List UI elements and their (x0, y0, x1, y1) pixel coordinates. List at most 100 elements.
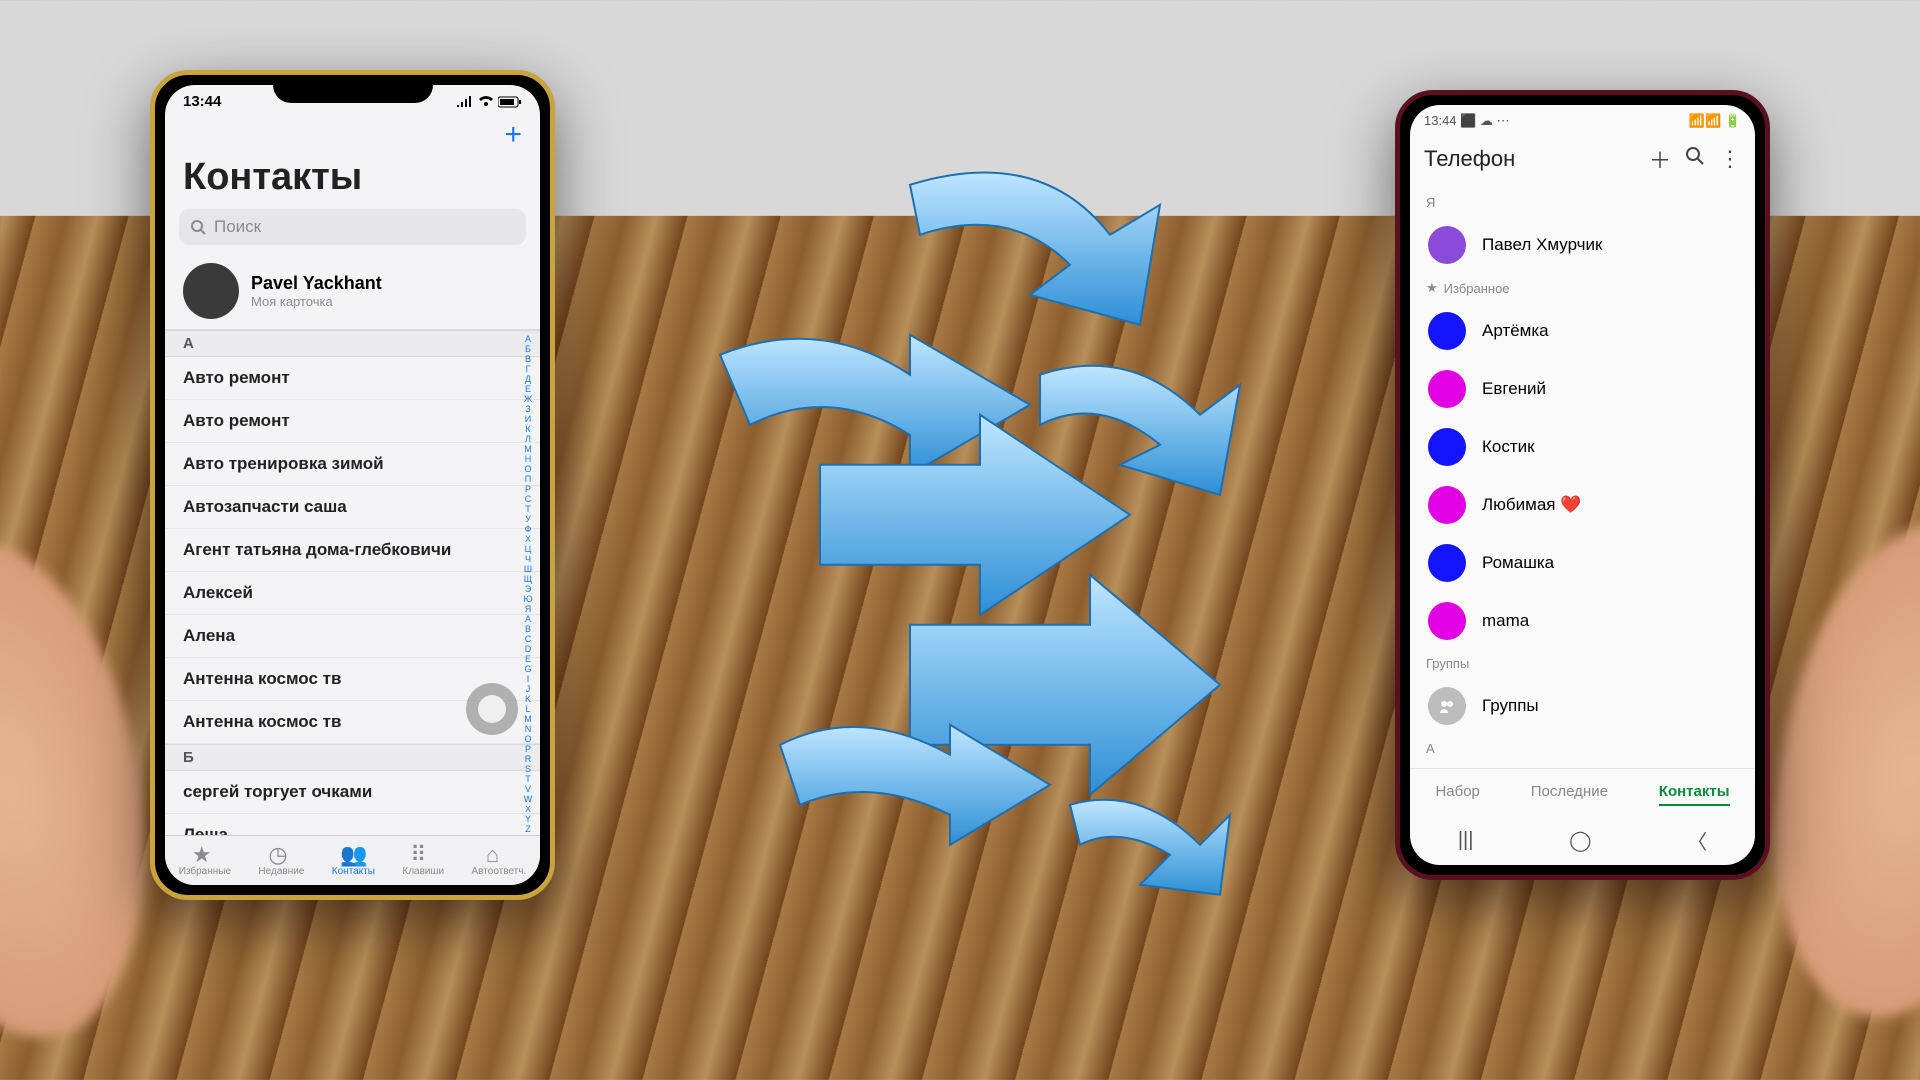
index-letter[interactable]: O (520, 734, 536, 744)
index-letter[interactable]: Д (520, 374, 536, 384)
assistive-touch-button[interactable] (466, 683, 518, 735)
signal-icon (456, 96, 474, 108)
index-letter[interactable]: Б (520, 344, 536, 354)
favorite-contact-row[interactable]: Любимая ❤️ (1410, 476, 1755, 534)
alpha-index[interactable]: АБВГДЕЖЗИКЛМНОПРСТУФХЦЧШЩЭЮЯABCDEGIJKLMN… (520, 334, 536, 831)
contact-row[interactable]: Авто тренировка зимой (165, 443, 540, 486)
index-letter[interactable]: Ю (520, 594, 536, 604)
index-letter[interactable]: Т (520, 504, 536, 514)
phone-tab[interactable]: Контакты (1659, 783, 1730, 806)
contact-row[interactable]: Авто ремонт (165, 357, 540, 400)
index-letter[interactable]: А (520, 334, 536, 344)
tab-clock[interactable]: ◷Недавние (258, 842, 304, 877)
index-letter[interactable]: P (520, 744, 536, 754)
contact-row[interactable]: Авто ремонт (165, 400, 540, 443)
phone-tab[interactable]: Набор (1435, 783, 1479, 806)
index-letter[interactable]: E (520, 654, 536, 664)
index-letter[interactable]: З (520, 404, 536, 414)
contact-name: Артёмка (1482, 321, 1549, 341)
index-letter[interactable]: Ш (520, 564, 536, 574)
index-letter[interactable]: T (520, 774, 536, 784)
contact-row[interactable]: Автозапчасти саша (165, 486, 540, 529)
index-letter[interactable]: K (520, 694, 536, 704)
phone-app-tabs: Набор Последние Контакты (1410, 768, 1755, 814)
index-letter[interactable]: И (520, 414, 536, 424)
contact-row[interactable]: сергей торгует очками (165, 771, 540, 814)
favorite-contact-row[interactable]: Костик (1410, 418, 1755, 476)
index-letter[interactable]: B (520, 624, 536, 634)
index-letter[interactable]: У (520, 514, 536, 524)
index-letter[interactable]: M (520, 714, 536, 724)
index-letter[interactable]: В (520, 354, 536, 364)
index-letter[interactable]: Ж (520, 394, 536, 404)
star-icon: ★ (1426, 280, 1438, 296)
index-letter[interactable]: Х (520, 534, 536, 544)
search-button[interactable] (1685, 146, 1705, 172)
index-letter[interactable]: Я (520, 604, 536, 614)
favorite-contact-row[interactable]: Ромашка (1410, 534, 1755, 592)
index-letter[interactable]: # (520, 834, 536, 835)
bottom-tab-bar: ★Избранные ◷Недавние 👥Контакты ⠿Клавиши ⌂Авт… (165, 835, 540, 885)
index-letter[interactable]: V (520, 784, 536, 794)
contact-row[interactable]: Агент татьяна дома-глебковичи (165, 529, 540, 572)
index-letter[interactable]: C (520, 634, 536, 644)
index-letter[interactable]: М (520, 444, 536, 454)
index-letter[interactable]: Ф (520, 524, 536, 534)
index-letter[interactable]: W (520, 794, 536, 804)
groups-section-header: Группы (1410, 650, 1755, 677)
index-letter[interactable]: П (520, 474, 536, 484)
index-letter[interactable]: Н (520, 454, 536, 464)
contact-row[interactable]: Алексей (165, 572, 540, 615)
my-profile-row[interactable]: Павел Хмурчик (1410, 216, 1755, 274)
index-letter[interactable]: X (520, 804, 536, 814)
index-letter[interactable]: Y (520, 814, 536, 824)
index-letter[interactable]: Ц (520, 544, 536, 554)
contacts-list[interactable]: АБВГДЕЖЗИКЛМНОПРСТУФХЦЧШЩЭЮЯABCDEGIJKLMN… (165, 330, 540, 835)
contact-row[interactable]: Алена (165, 615, 540, 658)
index-letter[interactable]: Е (520, 384, 536, 394)
favorite-contact-row[interactable]: Артёмка (1410, 302, 1755, 360)
my-card-row[interactable]: Pavel Yackhant Моя карточка (165, 257, 540, 330)
contact-name: Ромашка (1482, 553, 1554, 573)
contact-row[interactable]: Леша (165, 814, 540, 835)
index-letter[interactable]: Ч (520, 554, 536, 564)
index-letter[interactable]: О (520, 464, 536, 474)
search-icon (191, 220, 206, 235)
recents-nav-button[interactable]: ||| (1458, 829, 1474, 852)
index-letter[interactable]: D (520, 644, 536, 654)
home-nav-button[interactable]: ◯ (1569, 828, 1591, 853)
add-button[interactable]: ＋ (1649, 143, 1671, 175)
index-letter[interactable]: G (520, 664, 536, 674)
index-letter[interactable]: Z (520, 824, 536, 834)
back-nav-button[interactable]: 〈 (1687, 826, 1707, 855)
search-input[interactable]: Поиск (179, 209, 526, 245)
more-button[interactable]: ⋮ (1719, 146, 1741, 172)
favorite-contact-row[interactable]: Евгений (1410, 360, 1755, 418)
groups-row[interactable]: Группы (1410, 677, 1755, 735)
favorite-contact-row[interactable]: mama (1410, 592, 1755, 650)
index-letter[interactable]: Э (520, 584, 536, 594)
index-letter[interactable]: J (520, 684, 536, 694)
tab-person[interactable]: 👥Контакты (332, 842, 375, 877)
battery-icon (498, 96, 522, 108)
tab-star[interactable]: ★Избранные (179, 842, 231, 877)
index-letter[interactable]: Г (520, 364, 536, 374)
tab-keypad[interactable]: ⠿Клавиши (402, 842, 444, 877)
phone-tab[interactable]: Последние (1531, 783, 1608, 806)
iphone-screen: 13:44 + Контакты Поиск Pavel Yackhant Мо… (165, 85, 540, 885)
index-letter[interactable]: A (520, 614, 536, 624)
index-letter[interactable]: Р (520, 484, 536, 494)
tab-voicemail[interactable]: ⌂Автоответч. (472, 842, 527, 877)
my-card-sub: Моя карточка (251, 294, 382, 309)
index-letter[interactable]: R (520, 754, 536, 764)
android-status-time: 13:44 (1424, 113, 1457, 128)
index-letter[interactable]: S (520, 764, 536, 774)
add-contact-button[interactable]: + (504, 118, 522, 152)
index-letter[interactable]: L (520, 704, 536, 714)
index-letter[interactable]: К (520, 424, 536, 434)
index-letter[interactable]: I (520, 674, 536, 684)
index-letter[interactable]: Щ (520, 574, 536, 584)
index-letter[interactable]: N (520, 724, 536, 734)
index-letter[interactable]: Л (520, 434, 536, 444)
index-letter[interactable]: С (520, 494, 536, 504)
